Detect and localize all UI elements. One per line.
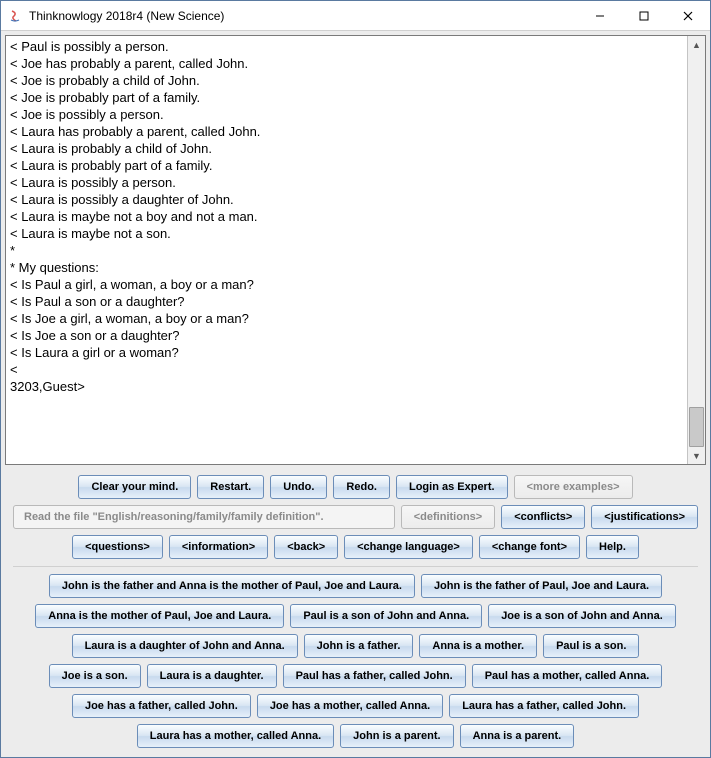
sentence-button[interactable]: Joe is a son of John and Anna. xyxy=(488,604,676,628)
toolbar-main-row: Clear your mind. Restart. Undo. Redo. Lo… xyxy=(13,475,698,499)
sentence-row-3: Laura is a daughter of John and Anna. Jo… xyxy=(13,634,698,658)
titlebar: Thinknowlogy 2018r4 (New Science) xyxy=(1,1,710,31)
sentence-button[interactable]: Laura has a mother, called Anna. xyxy=(137,724,334,748)
window-controls xyxy=(578,1,710,30)
sentence-button[interactable]: Anna is a mother. xyxy=(419,634,537,658)
undo-button[interactable]: Undo. xyxy=(270,475,327,499)
scroll-up-icon[interactable]: ▲ xyxy=(689,36,704,53)
button-panel: Clear your mind. Restart. Undo. Redo. Lo… xyxy=(5,469,706,753)
sentence-button[interactable]: Paul has a father, called John. xyxy=(283,664,466,688)
sentence-row-1: John is the father and Anna is the mothe… xyxy=(13,574,698,598)
restart-button[interactable]: Restart. xyxy=(197,475,264,499)
close-button[interactable] xyxy=(666,1,710,30)
information-button[interactable]: <information> xyxy=(169,535,268,559)
definitions-button: <definitions> xyxy=(401,505,495,529)
change-font-button[interactable]: <change font> xyxy=(479,535,580,559)
sentence-button[interactable]: Paul is a son. xyxy=(543,634,639,658)
read-file-box: Read the file "English/reasoning/family/… xyxy=(13,505,395,529)
conflicts-button[interactable]: <conflicts> xyxy=(501,505,585,529)
login-button[interactable]: Login as Expert. xyxy=(396,475,508,499)
sentence-button[interactable]: John is the father of Paul, Joe and Laur… xyxy=(421,574,662,598)
scroll-down-icon[interactable]: ▼ xyxy=(689,447,704,464)
sentence-button[interactable]: Joe has a mother, called Anna. xyxy=(257,694,443,718)
sentence-row-2: Anna is the mother of Paul, Joe and Laur… xyxy=(13,604,698,628)
sentence-button[interactable]: Anna is the mother of Paul, Joe and Laur… xyxy=(35,604,284,628)
scroll-track[interactable] xyxy=(689,53,704,447)
output-pane[interactable]: < Paul is possibly a person. < Joe has p… xyxy=(6,36,688,464)
sentence-button[interactable]: Joe is a son. xyxy=(49,664,141,688)
sentence-button[interactable]: Joe has a father, called John. xyxy=(72,694,251,718)
sentence-button[interactable]: Paul has a mother, called Anna. xyxy=(472,664,663,688)
sentence-button[interactable]: Paul is a son of John and Anna. xyxy=(290,604,482,628)
toolbar-sub-row: Read the file "English/reasoning/family/… xyxy=(13,505,698,529)
sentence-button[interactable]: John is a parent. xyxy=(340,724,453,748)
clear-button[interactable]: Clear your mind. xyxy=(78,475,191,499)
questions-button[interactable]: <questions> xyxy=(72,535,163,559)
justifications-button[interactable]: <justifications> xyxy=(591,505,698,529)
vertical-scrollbar[interactable]: ▲ ▼ xyxy=(688,36,705,464)
separator xyxy=(13,566,698,567)
redo-button[interactable]: Redo. xyxy=(333,475,390,499)
sentence-button[interactable]: John is the father and Anna is the mothe… xyxy=(49,574,415,598)
scroll-thumb[interactable] xyxy=(689,407,704,447)
output-pane-wrap: < Paul is possibly a person. < Joe has p… xyxy=(5,35,706,465)
maximize-button[interactable] xyxy=(622,1,666,30)
sentence-button[interactable]: Laura is a daughter of John and Anna. xyxy=(72,634,298,658)
sentence-button[interactable]: Laura is a daughter. xyxy=(147,664,277,688)
window-title: Thinknowlogy 2018r4 (New Science) xyxy=(29,9,578,23)
sentence-button[interactable]: John is a father. xyxy=(304,634,414,658)
back-button[interactable]: <back> xyxy=(274,535,338,559)
toolbar-nav-row: <questions> <information> <back> <change… xyxy=(13,535,698,559)
minimize-button[interactable] xyxy=(578,1,622,30)
more-examples-button: <more examples> xyxy=(514,475,633,499)
sentence-row-5: Joe has a father, called John. Joe has a… xyxy=(13,694,698,718)
java-icon xyxy=(7,8,23,24)
change-language-button[interactable]: <change language> xyxy=(344,535,473,559)
help-button[interactable]: Help. xyxy=(586,535,639,559)
sentence-button[interactable]: Laura has a father, called John. xyxy=(449,694,639,718)
app-window: Thinknowlogy 2018r4 (New Science) < Paul… xyxy=(0,0,711,758)
sentence-row-4: Joe is a son. Laura is a daughter. Paul … xyxy=(13,664,698,688)
client-area: < Paul is possibly a person. < Joe has p… xyxy=(1,31,710,757)
sentence-button[interactable]: Anna is a parent. xyxy=(460,724,575,748)
sentence-row-6: Laura has a mother, called Anna. John is… xyxy=(13,724,698,748)
